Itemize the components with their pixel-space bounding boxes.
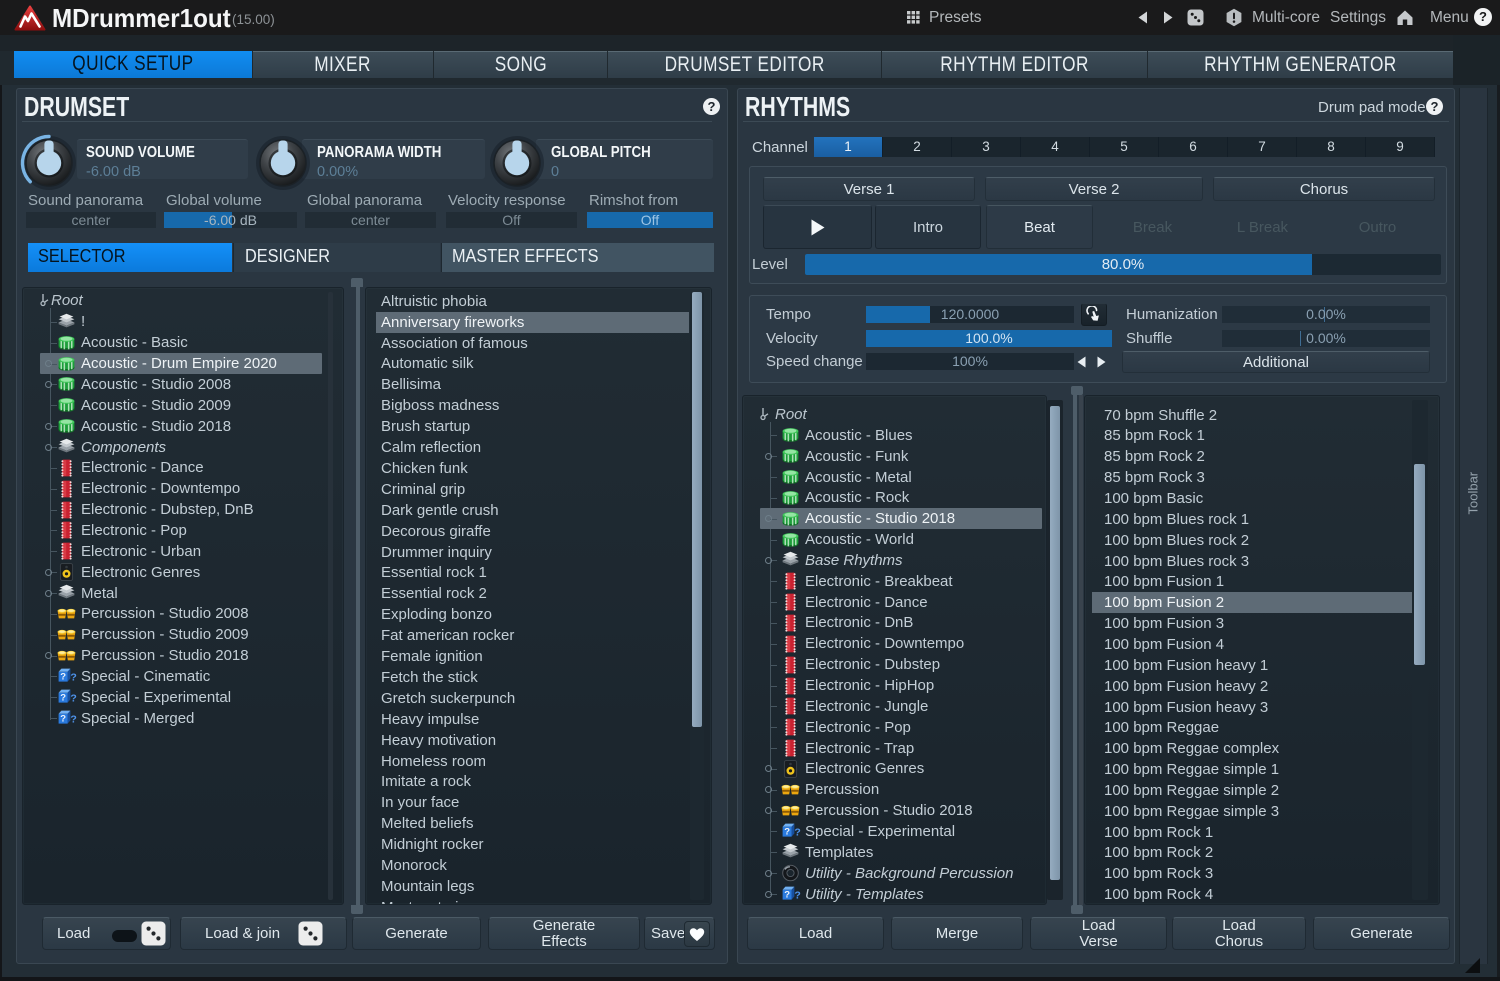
svg-text:?: ? [60, 714, 66, 725]
svg-text:?: ? [784, 827, 790, 838]
svg-text:?: ? [60, 693, 66, 704]
svg-text:?: ? [794, 890, 800, 902]
svg-text:?: ? [70, 693, 76, 705]
svg-text:?: ? [794, 827, 800, 839]
svg-text:?: ? [70, 672, 76, 684]
svg-text:?: ? [60, 672, 66, 683]
svg-text:?: ? [70, 714, 76, 726]
svg-text:?: ? [784, 890, 790, 901]
